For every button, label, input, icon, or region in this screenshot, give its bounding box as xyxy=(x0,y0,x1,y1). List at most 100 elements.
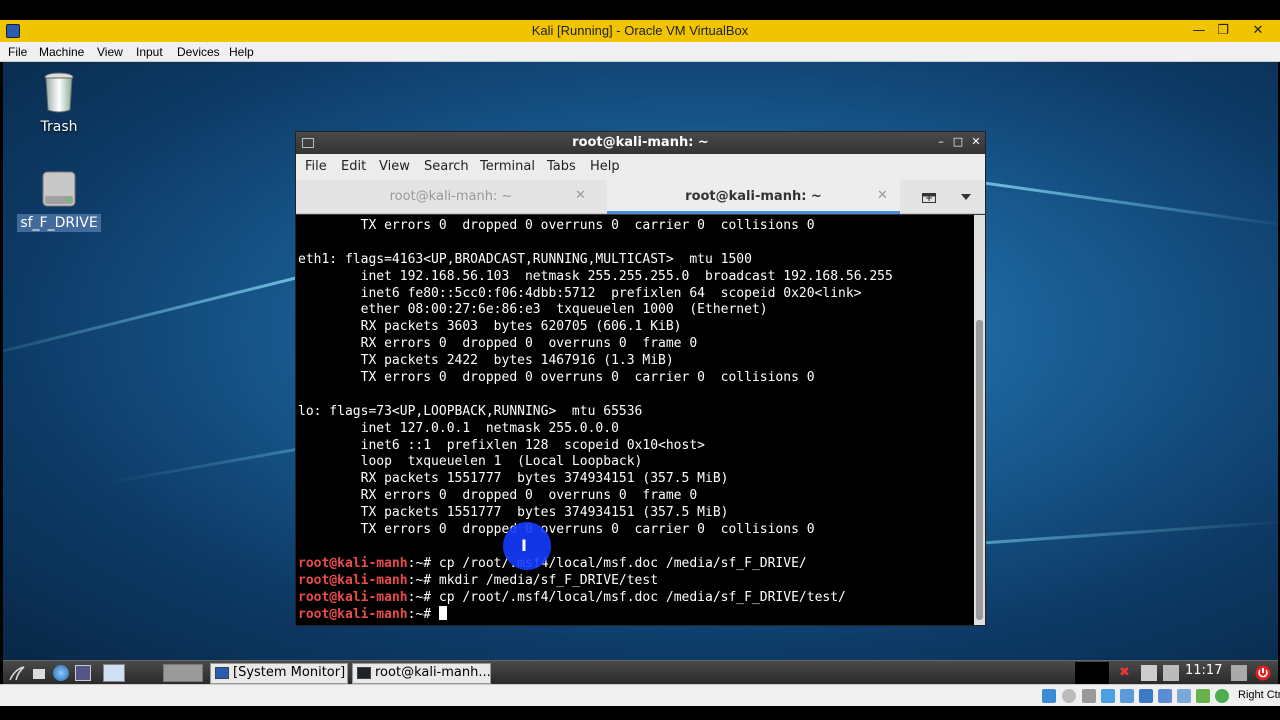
workspace-2[interactable] xyxy=(163,664,203,682)
storage-icon[interactable] xyxy=(1042,689,1056,703)
network-adapter-icon[interactable] xyxy=(1101,689,1115,703)
vbox-statusbar: Right Ctrl xyxy=(0,684,1280,706)
terminal-menu-help[interactable]: Help xyxy=(590,159,620,174)
terminal-line: root@kali-manh:~# mkdir /media/sf_F_DRIV… xyxy=(298,573,893,590)
command-output: TX packets 1551777 bytes 374934151 (357.… xyxy=(298,505,729,521)
tab-close-icon[interactable]: ✕ xyxy=(575,188,586,203)
terminal-line: RX errors 0 dropped 0 overruns 0 frame 0 xyxy=(298,488,893,505)
shell-command: cp /root/.msf4/local/msf.doc /media/sf_F… xyxy=(438,555,807,571)
tab-label: root@kali-manh: ~ xyxy=(685,189,822,204)
terminal-menu-terminal[interactable]: Terminal xyxy=(480,159,535,174)
command-output: inet 127.0.0.1 netmask 255.0.0.0 xyxy=(298,420,619,436)
terminal-menu-tabs[interactable]: Tabs xyxy=(547,159,576,174)
terminal-line: lo: flags=73<UP,LOOPBACK,RUNNING> mtu 65… xyxy=(298,404,893,421)
chevron-down-icon[interactable] xyxy=(961,194,971,200)
recording-icon[interactable] xyxy=(1177,689,1191,703)
command-output: ether 08:00:27:6e:86:e3 txqueuelen 1000 … xyxy=(298,302,768,318)
audio-icon[interactable] xyxy=(1082,689,1096,703)
terminal-menu-file[interactable]: File xyxy=(305,159,327,174)
terminal-line: root@kali-manh:~# xyxy=(298,606,893,623)
tab-close-icon[interactable]: ✕ xyxy=(877,188,888,203)
command-output: TX errors 0 dropped 0 overruns 0 carrier… xyxy=(298,370,815,386)
terminal-icon xyxy=(357,667,371,679)
vbox-menu-view[interactable]: View xyxy=(97,45,123,59)
terminal-window: root@kali-manh: ~ – □ ✕ File Edit View S… xyxy=(295,131,986,626)
guest-taskbar: [System Monitor] root@kali-manh... ✖ 11:… xyxy=(3,660,1278,684)
terminal-menu-search[interactable]: Search xyxy=(424,159,469,174)
workspace-1[interactable] xyxy=(103,664,125,682)
command-output: RX packets 3603 bytes 620705 (606.1 KiB) xyxy=(298,319,682,335)
minimize-button[interactable]: — xyxy=(1186,21,1212,41)
prompt-suffix: :~# xyxy=(407,555,439,571)
desktop-icon-trash[interactable]: Trash xyxy=(14,72,104,136)
desktop-icon-label: sf_F_DRIVE xyxy=(17,214,101,232)
new-tab-icon[interactable] xyxy=(922,191,936,203)
mouse-integration-icon[interactable] xyxy=(1215,689,1229,703)
display-icon[interactable] xyxy=(1158,689,1172,703)
terminal-title: root@kali-manh: ~ xyxy=(572,135,709,150)
taskbar-system-monitor[interactable]: [System Monitor] xyxy=(210,663,348,684)
vbox-menu-devices[interactable]: Devices xyxy=(177,45,220,59)
close-button[interactable]: ✕ xyxy=(1245,21,1271,41)
terminal-maximize-button[interactable]: □ xyxy=(951,135,965,148)
terminal-line: eth1: flags=4163<UP,BROADCAST,RUNNING,MU… xyxy=(298,252,893,269)
vbox-menu-file[interactable]: File xyxy=(8,45,27,59)
browser-icon[interactable] xyxy=(53,665,69,681)
command-output: lo: flags=73<UP,LOOPBACK,RUNNING> mtu 65… xyxy=(298,403,643,419)
terminal-line: root@kali-manh:~# cp /root/.msf4/local/m… xyxy=(298,556,893,573)
vbox-menu-input[interactable]: Input xyxy=(136,45,163,59)
terminal-line: inet6 ::1 prefixlen 128 scopeid 0x10<hos… xyxy=(298,438,893,455)
virtualization-icon[interactable] xyxy=(1196,689,1210,703)
show-desktop-icon[interactable] xyxy=(33,669,45,679)
shared-folders-icon[interactable] xyxy=(1139,689,1153,703)
shell-prompt: root@kali-manh xyxy=(298,572,408,588)
system-monitor-icon xyxy=(215,667,229,679)
shell-command: mkdir /media/sf_F_DRIVE/test xyxy=(438,572,659,588)
tab-terminal-1[interactable]: root@kali-manh: ~ ✕ xyxy=(296,180,606,214)
taskbar-terminal[interactable]: root@kali-manh... xyxy=(352,663,491,684)
taskbar-button-label: [System Monitor] xyxy=(233,665,346,680)
terminal-line: root@kali-manh:~# cp /root/.msf4/local/m… xyxy=(298,590,893,607)
usb-icon[interactable] xyxy=(1120,689,1134,703)
restore-button[interactable]: ❐ xyxy=(1210,21,1236,41)
terminal-minimize-button[interactable]: – xyxy=(934,135,948,148)
tab-label: root@kali-manh: ~ xyxy=(389,189,513,204)
shell-prompt: root@kali-manh xyxy=(298,607,408,623)
command-output: inet 192.168.56.103 netmask 255.255.255.… xyxy=(298,268,893,284)
mouse-highlight xyxy=(503,522,551,570)
terminal-lines: TX errors 0 dropped 0 overruns 0 carrier… xyxy=(298,218,893,623)
tab-terminal-2[interactable]: root@kali-manh: ~ ✕ xyxy=(607,180,900,214)
taskbar-clock[interactable]: 11:17 xyxy=(1185,663,1222,678)
command-output: TX errors 0 dropped 0 overruns 0 carrier… xyxy=(298,522,815,538)
shell-command: cp /root/.msf4/local/msf.doc /media/sf_F… xyxy=(438,589,846,605)
desktop-icon-sf-f-drive[interactable]: sf_F_DRIVE xyxy=(14,170,104,232)
ibeam-cursor-icon: I xyxy=(521,536,527,555)
terminal-close-button[interactable]: ✕ xyxy=(969,135,983,148)
terminal-menu-edit[interactable]: Edit xyxy=(341,159,366,174)
screen-icon[interactable] xyxy=(1231,665,1247,681)
clipboard-icon[interactable] xyxy=(1141,665,1157,681)
command-output: RX packets 1551777 bytes 374934151 (357.… xyxy=(298,471,729,487)
terminal-line: TX errors 0 dropped 0 overruns 0 carrier… xyxy=(298,218,893,235)
optical-drive-icon[interactable] xyxy=(1062,689,1076,703)
pen-icon[interactable] xyxy=(1163,665,1179,681)
power-icon[interactable] xyxy=(1255,665,1271,681)
scrollbar-thumb[interactable] xyxy=(976,320,983,620)
command-output: RX errors 0 dropped 0 overruns 0 frame 0 xyxy=(298,488,698,504)
vbox-menu-help[interactable]: Help xyxy=(229,45,254,59)
terminal-output[interactable]: TX errors 0 dropped 0 overruns 0 carrier… xyxy=(296,215,974,625)
terminal-titlebar[interactable]: root@kali-manh: ~ – □ ✕ xyxy=(296,132,985,154)
vbox-menu-machine[interactable]: Machine xyxy=(39,45,84,59)
terminal-line: RX packets 3603 bytes 620705 (606.1 KiB) xyxy=(298,319,893,336)
kali-menu-icon[interactable] xyxy=(9,665,25,681)
file-manager-icon[interactable] xyxy=(75,665,91,681)
command-output: inet6 ::1 prefixlen 128 scopeid 0x10<hos… xyxy=(298,437,705,453)
terminal-line: loop txqueuelen 1 (Local Loopback) xyxy=(298,454,893,471)
vbox-menubar: File Machine View Input Devices Help xyxy=(0,42,1280,62)
terminal-menu-view[interactable]: View xyxy=(379,159,410,174)
network-icon[interactable]: ✖ xyxy=(1119,665,1135,681)
terminal-line: TX errors 0 dropped 0 overruns 0 carrier… xyxy=(298,370,893,387)
terminal-scrollbar[interactable] xyxy=(974,215,985,625)
terminal-line: TX packets 2422 bytes 1467916 (1.3 MiB) xyxy=(298,353,893,370)
